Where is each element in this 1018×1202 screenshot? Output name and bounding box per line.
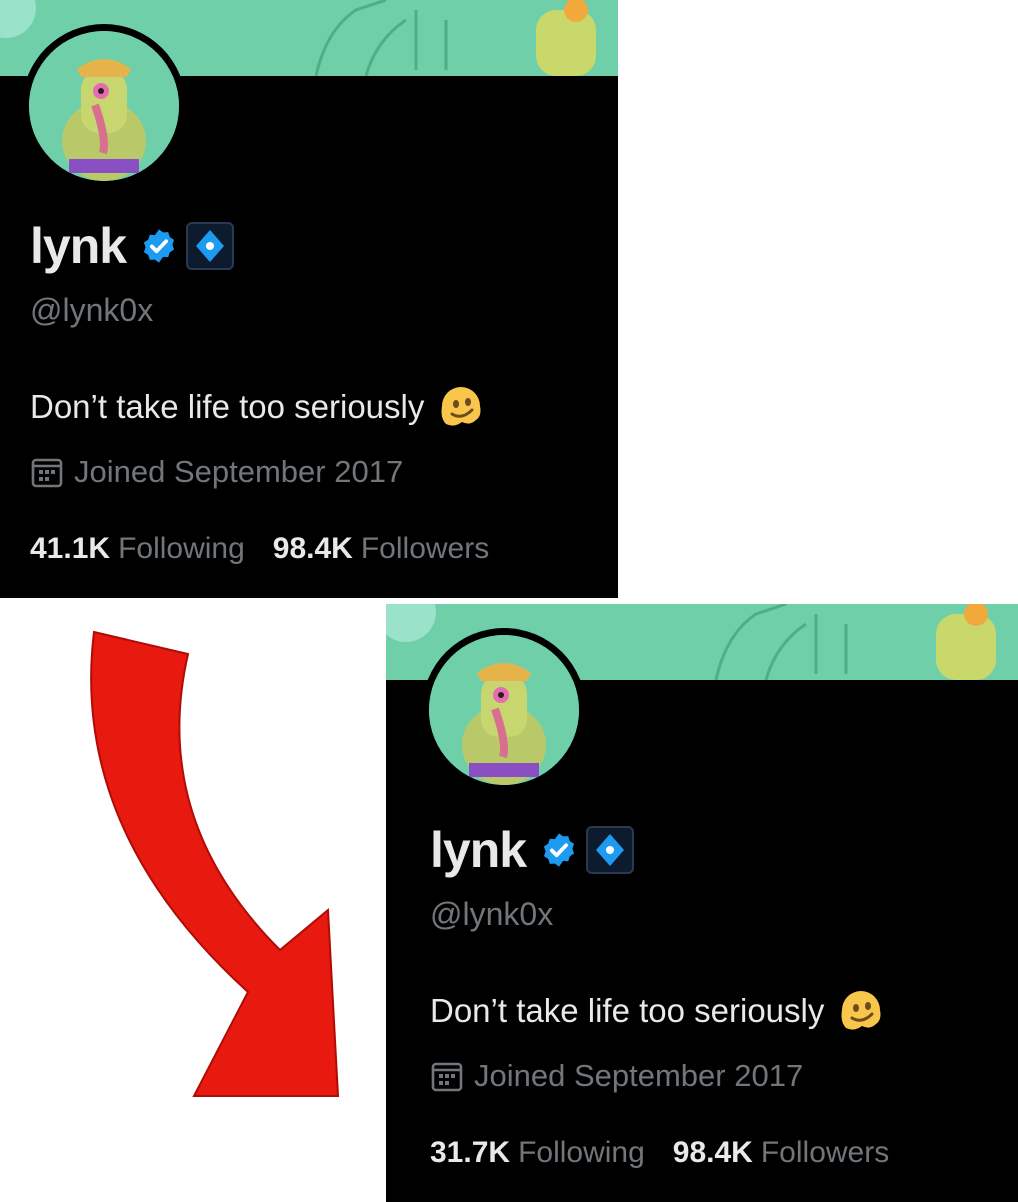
- profile-stats: 41.1K Following 98.4K Followers: [30, 532, 517, 566]
- display-name: lynk: [430, 822, 527, 878]
- joined-text: Joined September 2017: [474, 1058, 804, 1093]
- calendar-icon: [31, 458, 63, 488]
- profile-bio: Don’t take life too seriously: [430, 986, 886, 1036]
- following-stat[interactable]: 41.1K Following: [30, 532, 245, 566]
- avatar[interactable]: [22, 24, 186, 188]
- followers-count: 98.4K: [272, 532, 353, 565]
- profile-bio: Don’t take life too seriously: [30, 382, 486, 432]
- melting-face-emoji: [841, 991, 881, 1030]
- followers-stat[interactable]: 98.4K Followers: [273, 532, 489, 566]
- display-name: lynk: [30, 218, 127, 274]
- joined-text: Joined September 2017: [74, 454, 404, 489]
- followers-stat[interactable]: 98.4K Followers: [673, 1136, 889, 1170]
- joined-date: Joined September 2017: [430, 1058, 803, 1094]
- following-label: Following: [118, 532, 245, 565]
- followers-label: Followers: [760, 1136, 890, 1169]
- following-count: 41.1K: [30, 532, 111, 565]
- avatar[interactable]: [422, 628, 586, 792]
- bio-text: Don’t take life too seriously: [30, 388, 425, 425]
- profile-card-after: lynk @lynk0x Don’t take life too serious…: [386, 604, 1018, 1202]
- followers-label: Followers: [360, 532, 490, 565]
- calendar-icon: [431, 1062, 463, 1092]
- followers-count: 98.4K: [672, 1136, 753, 1169]
- melting-face-emoji: [441, 387, 481, 426]
- verified-badge-icon[interactable]: [540, 831, 578, 869]
- joined-date: Joined September 2017: [30, 454, 403, 490]
- avatar-image: [429, 635, 579, 785]
- bio-text: Don’t take life too seriously: [430, 992, 825, 1029]
- avatar-image: [29, 31, 179, 181]
- following-count: 31.7K: [430, 1136, 511, 1169]
- following-label: Following: [518, 1136, 645, 1169]
- profile-card-before: lynk @lynk0x Don’t take life too serious…: [0, 0, 618, 598]
- verified-badge-icon[interactable]: [140, 227, 178, 265]
- profile-handle: @lynk0x: [430, 896, 554, 932]
- affiliate-diamond-icon[interactable]: [186, 222, 235, 270]
- profile-handle: @lynk0x: [30, 292, 154, 328]
- affiliate-diamond-icon[interactable]: [586, 826, 635, 874]
- profile-stats: 31.7K Following 98.4K Followers: [430, 1136, 917, 1170]
- red-curved-arrow: [90, 630, 340, 1097]
- following-stat[interactable]: 31.7K Following: [430, 1136, 645, 1170]
